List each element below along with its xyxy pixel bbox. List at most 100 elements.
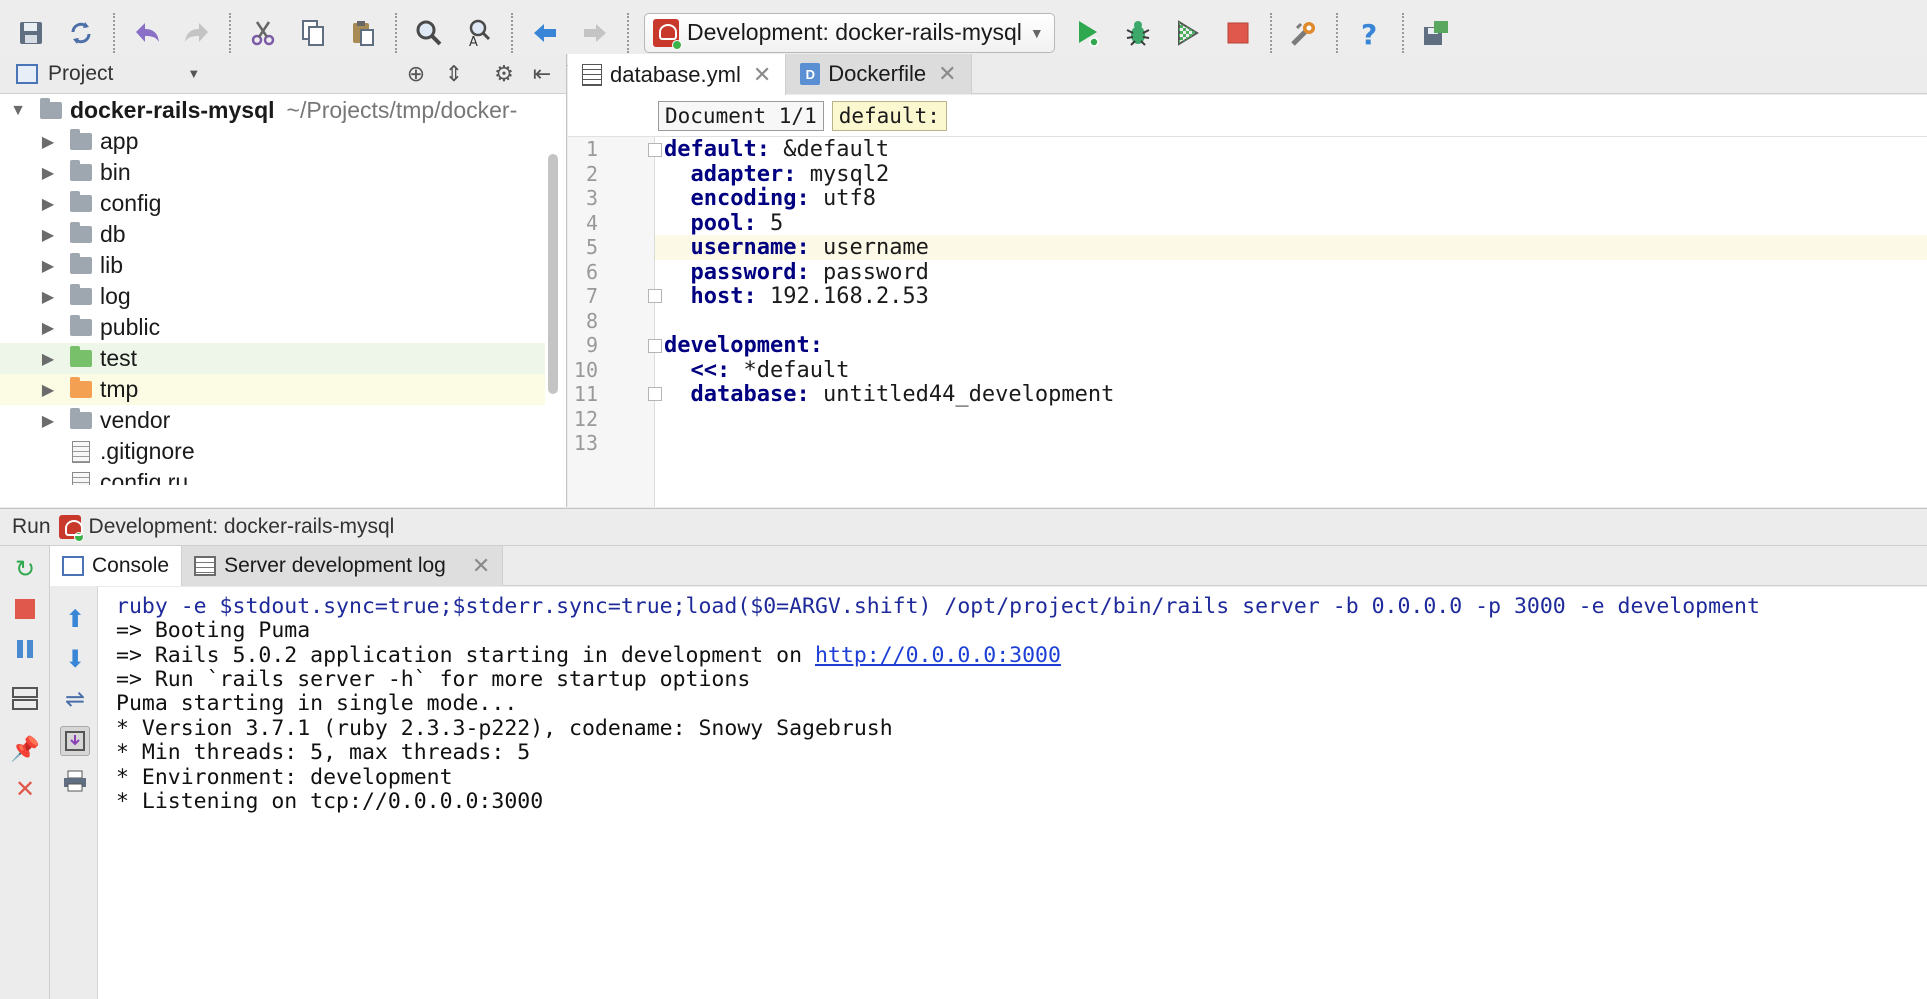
code-editor[interactable]: 1 2 3 4 5 6 7 8 9 10 11 12 13 default: &default adap… [568, 137, 1927, 507]
rails-icon [653, 18, 682, 50]
tab-database-yml[interactable]: database.yml ✕ [568, 54, 787, 95]
tree-item-label: tmp [100, 376, 139, 402]
stop-icon[interactable] [10, 594, 40, 624]
line-number: 7 [585, 284, 598, 308]
run-configuration-selector[interactable]: Development: docker-rails-mysql ▼ [644, 12, 1055, 53]
console-output[interactable]: ruby -e $stdout.sync=true;$stderr.sync=t… [98, 587, 1927, 999]
log-icon [194, 556, 217, 576]
stop-icon[interactable] [1216, 11, 1260, 55]
console-line: => Booting Puma [116, 618, 311, 643]
copy-icon[interactable] [291, 11, 335, 55]
yaml-value: untitled44_development [809, 382, 1115, 407]
collapsed-arrow-icon[interactable]: ▶ [38, 349, 58, 369]
coverage-icon[interactable] [1166, 11, 1210, 55]
vertical-scrollbar[interactable] [548, 154, 558, 394]
tree-item-bin[interactable]: ▶ bin [0, 157, 545, 188]
run-icon[interactable] [1066, 11, 1110, 55]
locate-icon[interactable]: ⊕ [402, 60, 430, 88]
close-icon[interactable]: ✕ [938, 61, 956, 87]
sdk-icon[interactable] [1414, 11, 1458, 55]
tree-root[interactable]: ▼ docker-rails-mysql ~/Projects/tmp/dock… [0, 95, 545, 126]
tree-item-app[interactable]: ▶ app [0, 126, 545, 157]
project-view-selector[interactable]: Project [48, 62, 113, 86]
folder-icon [70, 129, 92, 150]
collapsed-arrow-icon[interactable]: ▶ [38, 194, 58, 214]
tree-item-db[interactable]: ▶ db [0, 219, 545, 250]
fold-marker-icon[interactable] [648, 143, 662, 157]
collapsed-arrow-icon[interactable]: ▶ [38, 287, 58, 307]
replace-icon[interactable]: A [457, 11, 501, 55]
collapsed-arrow-icon[interactable]: ▶ [38, 256, 58, 276]
tree-item-vendor[interactable]: ▶ vendor [0, 405, 545, 436]
sync-icon[interactable] [59, 11, 103, 55]
fold-marker-icon[interactable] [648, 339, 662, 353]
toolbar-separator [395, 12, 397, 53]
scroll-to-end-icon[interactable] [60, 726, 90, 756]
tree-item-lib[interactable]: ▶ lib [0, 250, 545, 281]
paste-icon[interactable] [341, 11, 385, 55]
collapsed-arrow-icon[interactable]: ▶ [38, 225, 58, 245]
tree-item-config[interactable]: ▶ config [0, 188, 545, 219]
line-number: 12 [573, 406, 598, 431]
collapsed-arrow-icon[interactable]: ▶ [38, 163, 58, 183]
breadcrumb-document[interactable]: Document 1/1 [658, 100, 824, 131]
arrow-down-icon[interactable]: ⬇ [60, 644, 90, 674]
toolbar-separator [627, 12, 629, 53]
tree-item-test[interactable]: ▶ test [0, 343, 545, 374]
redo-icon[interactable] [175, 11, 219, 55]
tree-item-config-ru[interactable]: config.ru [0, 467, 545, 485]
fold-marker-icon[interactable] [648, 387, 662, 401]
find-icon[interactable] [407, 11, 451, 55]
arrow-up-icon[interactable]: ⬆ [60, 604, 90, 634]
console-line: * Environment: development [116, 765, 453, 790]
tree-item-tmp[interactable]: ▶ tmp [0, 374, 545, 405]
save-icon[interactable] [9, 11, 53, 55]
close-icon[interactable]: ✕ [472, 553, 490, 579]
collapsed-arrow-icon[interactable]: ▶ [38, 132, 58, 152]
collapse-all-icon[interactable]: ⇕ [440, 60, 468, 88]
gear-icon[interactable]: ⚙ [490, 60, 518, 88]
undo-icon[interactable] [125, 11, 169, 55]
close-icon[interactable]: ✕ [10, 774, 40, 804]
code-line: <<: *default [664, 357, 850, 383]
tree-item-public[interactable]: ▶ public [0, 312, 545, 343]
layout-icon[interactable] [10, 684, 40, 714]
tab-dockerfile[interactable]: D Dockerfile ✕ [786, 54, 972, 94]
back-icon[interactable] [523, 11, 567, 55]
tab-server-development-log[interactable]: Server development log ✕ [182, 546, 504, 586]
close-icon[interactable]: ✕ [753, 62, 771, 88]
hide-panel-icon[interactable]: ⇤ [528, 60, 556, 88]
line-number: 10 [573, 357, 598, 382]
console-link[interactable]: http://0.0.0.0:3000 [815, 643, 1061, 668]
pin-icon[interactable]: 📌 [10, 734, 40, 764]
rerun-icon[interactable]: ↻ [10, 554, 40, 584]
yaml-key: <<: [690, 357, 731, 383]
debug-icon[interactable] [1116, 11, 1160, 55]
soft-wrap-icon[interactable]: ⇌ [60, 684, 90, 714]
collapsed-arrow-icon[interactable]: ▶ [38, 380, 58, 400]
pause-icon[interactable] [10, 634, 40, 664]
tree-item-log[interactable]: ▶ log [0, 281, 545, 312]
tree-item-gitignore[interactable]: .gitignore [0, 436, 545, 467]
chevron-down-icon[interactable]: ▼ [187, 66, 200, 81]
forward-icon[interactable] [573, 11, 617, 55]
line-number: 9 [585, 333, 598, 357]
yaml-key: username: [690, 235, 810, 260]
collapsed-arrow-icon[interactable]: ▶ [38, 411, 58, 431]
folder-icon [70, 253, 92, 274]
help-icon[interactable]: ? [1348, 11, 1392, 55]
settings-icon[interactable] [1282, 11, 1326, 55]
tree-item-label: vendor [100, 407, 171, 433]
expanded-arrow-icon[interactable]: ▼ [8, 102, 28, 120]
collapsed-arrow-icon[interactable]: ▶ [38, 318, 58, 338]
print-icon[interactable] [60, 766, 90, 796]
fold-marker-icon[interactable] [648, 289, 662, 303]
cut-icon[interactable] [241, 11, 285, 55]
console-line: Puma starting in single mode... [116, 691, 518, 716]
breadcrumb-key[interactable]: default: [831, 100, 947, 131]
console-line: * Min threads: 5, max threads: 5 [116, 740, 531, 765]
tab-console[interactable]: Console [50, 546, 183, 586]
folder-icon [70, 315, 92, 336]
yaml-value: *default [730, 357, 850, 383]
